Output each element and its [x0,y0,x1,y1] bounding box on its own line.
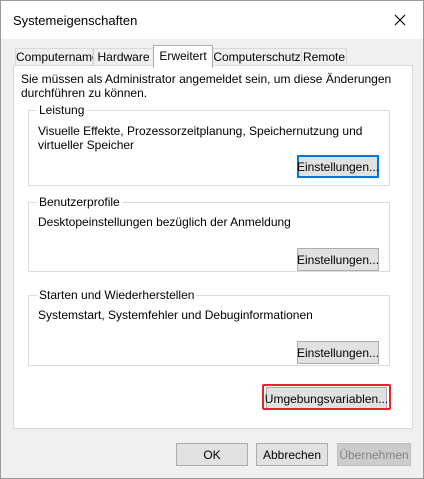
group-performance-title: Leistung [37,103,87,117]
window-title: Systemeigenschaften [13,13,138,28]
group-user-profiles-description: Desktopeinstellungen bezüglich der Anmel… [38,215,291,229]
group-user-profiles: Benutzerprofile Desktopeinstellungen bez… [28,195,390,272]
title-bar: Systemeigenschaften [1,1,423,39]
group-performance: Leistung Visuelle Effekte, Prozessorzeit… [28,103,390,186]
cancel-button[interactable]: Abbrechen [256,443,328,466]
environment-variables-button[interactable]: Umgebungsvariablen... [265,387,388,410]
group-startup-recovery: Starten und Wiederherstellen Systemstart… [28,288,390,366]
admin-note: Sie müssen als Administrator angemeldet … [21,72,392,100]
tab-erweitert[interactable]: Erweitert [153,45,213,68]
startup-recovery-settings-button[interactable]: Einstellungen... [297,341,379,364]
group-startup-recovery-title: Starten und Wiederherstellen [37,288,197,302]
group-startup-recovery-description: Systemstart, Systemfehler und Debuginfor… [38,308,313,322]
apply-button[interactable]: Übernehmen [337,443,411,466]
user-profiles-settings-button[interactable]: Einstellungen... [297,248,379,271]
group-performance-description: Visuelle Effekte, Prozessorzeitplanung, … [38,124,363,152]
ok-button[interactable]: OK [176,443,248,466]
performance-settings-button[interactable]: Einstellungen... [297,155,379,178]
close-button[interactable] [377,1,423,39]
system-properties-window: Systemeigenschaften Computername Hardwar… [0,0,424,479]
close-icon [394,14,406,26]
group-user-profiles-title: Benutzerprofile [37,195,122,209]
